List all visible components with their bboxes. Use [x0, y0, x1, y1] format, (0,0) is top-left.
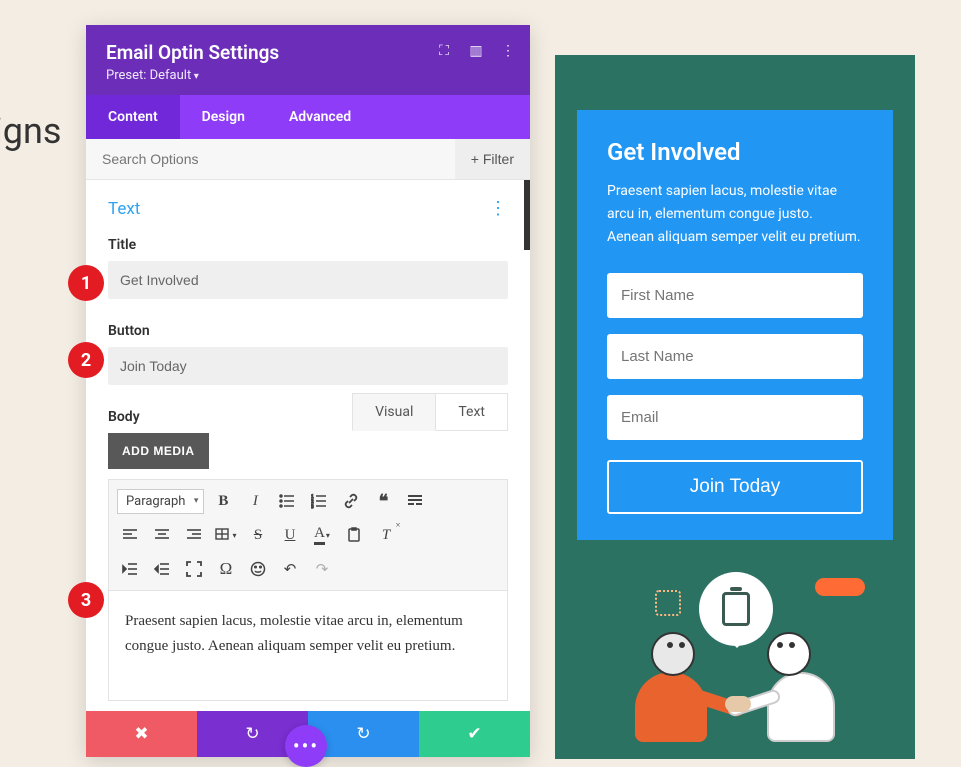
- wysiwyg-toolbar: Paragraph B I 123 ❝: [108, 479, 508, 591]
- table-icon[interactable]: ▾: [213, 522, 239, 548]
- clear-formatting-icon[interactable]: T×: [373, 522, 399, 548]
- tab-content[interactable]: Content: [86, 95, 180, 139]
- quote-icon[interactable]: ❝: [370, 488, 396, 514]
- search-row: +Filter: [86, 139, 530, 180]
- editor-tab-text[interactable]: Text: [436, 393, 508, 431]
- illustration: [555, 572, 915, 742]
- align-left-icon[interactable]: [117, 522, 143, 548]
- section-text-header[interactable]: Text: [108, 199, 140, 219]
- undo-icon[interactable]: ↶: [277, 556, 303, 582]
- paste-icon[interactable]: [341, 522, 367, 548]
- decorative-pill-icon: [815, 578, 865, 596]
- redo-icon[interactable]: ↷: [309, 556, 335, 582]
- align-center-icon[interactable]: [149, 522, 175, 548]
- panel-body: Text ⋮ Title Button Body ADD MEDIA Visua…: [86, 180, 530, 711]
- background-page-text: igns: [0, 110, 61, 152]
- first-name-input[interactable]: [607, 273, 863, 318]
- annotation-marker-1: 1: [68, 265, 104, 301]
- link-icon[interactable]: [338, 488, 364, 514]
- svg-text:3: 3: [311, 505, 314, 509]
- add-media-button[interactable]: ADD MEDIA: [108, 433, 209, 469]
- title-input[interactable]: [108, 261, 508, 299]
- main-tabs: Content Design Advanced: [86, 95, 530, 139]
- outdent-icon[interactable]: [117, 556, 143, 582]
- text-color-icon[interactable]: A▾: [309, 522, 335, 548]
- strikethrough-icon[interactable]: S: [245, 522, 271, 548]
- tab-advanced[interactable]: Advanced: [267, 95, 373, 139]
- italic-icon[interactable]: I: [242, 488, 268, 514]
- floating-menu-button[interactable]: •••: [285, 725, 327, 767]
- paragraph-select[interactable]: Paragraph: [117, 489, 204, 514]
- special-char-icon[interactable]: Ω: [213, 556, 239, 582]
- cancel-button[interactable]: ✖: [86, 711, 197, 757]
- search-input[interactable]: [86, 139, 455, 179]
- align-right-icon[interactable]: [181, 522, 207, 548]
- scrollbar[interactable]: [524, 180, 530, 250]
- settings-panel: Email Optin Settings Preset: Default ⛶ ▥…: [86, 25, 530, 757]
- annotation-marker-2: 2: [68, 342, 104, 378]
- jar-icon: [722, 592, 750, 626]
- join-button[interactable]: Join Today: [607, 460, 863, 514]
- decorative-square-icon: [655, 590, 681, 616]
- person-right-icon: [767, 632, 835, 742]
- title-label: Title: [108, 237, 508, 253]
- preset-dropdown[interactable]: Preset: Default: [106, 68, 510, 83]
- annotation-marker-3: 3: [68, 582, 104, 618]
- email-input[interactable]: [607, 395, 863, 440]
- preview-panel: Get Involved Praesent sapien lacus, mole…: [555, 55, 915, 759]
- section-menu-icon[interactable]: ⋮: [489, 198, 508, 219]
- handshake-icon: [725, 696, 751, 712]
- last-name-input[interactable]: [607, 334, 863, 379]
- body-editor[interactable]: Praesent sapien lacus, molestie vitae ar…: [108, 591, 508, 701]
- emoji-icon[interactable]: [245, 556, 271, 582]
- toolbar-toggle-icon[interactable]: [402, 488, 428, 514]
- save-button[interactable]: ✔: [419, 711, 530, 757]
- indent-icon[interactable]: [149, 556, 175, 582]
- focus-icon[interactable]: ⛶: [436, 43, 452, 59]
- speech-bubble-icon: [699, 572, 773, 646]
- tab-design[interactable]: Design: [180, 95, 267, 139]
- numbered-list-icon[interactable]: 123: [306, 488, 332, 514]
- person-left-icon: [635, 632, 707, 742]
- button-label: Button: [108, 323, 508, 339]
- fullscreen-icon[interactable]: [181, 556, 207, 582]
- panel-header: Email Optin Settings Preset: Default ⛶ ▥…: [86, 25, 530, 95]
- button-input[interactable]: [108, 347, 508, 385]
- editor-tab-visual[interactable]: Visual: [352, 393, 436, 431]
- preview-title: Get Involved: [607, 138, 863, 166]
- preview-description: Praesent sapien lacus, molestie vitae ar…: [607, 180, 863, 249]
- filter-button[interactable]: +Filter: [455, 139, 530, 179]
- layout-icon[interactable]: ▥: [468, 43, 484, 59]
- bold-icon[interactable]: B: [210, 488, 236, 514]
- kebab-menu-icon[interactable]: ⋮: [500, 43, 516, 59]
- bullet-list-icon[interactable]: [274, 488, 300, 514]
- optin-card: Get Involved Praesent sapien lacus, mole…: [577, 110, 893, 540]
- underline-icon[interactable]: U: [277, 522, 303, 548]
